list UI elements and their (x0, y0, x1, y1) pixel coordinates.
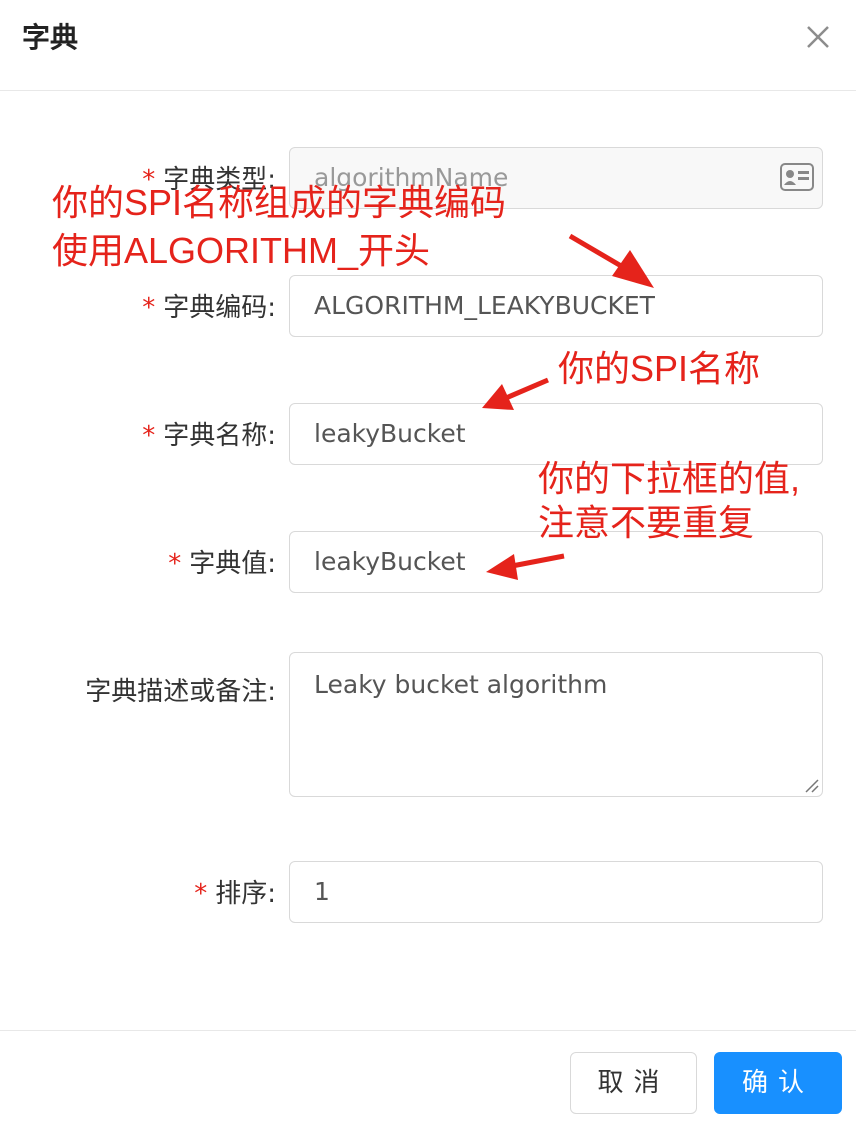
resize-handle-icon[interactable] (802, 776, 820, 794)
desc-label: 字典描述或备注: (85, 677, 276, 707)
id-card-icon (780, 163, 814, 191)
value-label: * 字典值: (168, 549, 276, 579)
annotation-name: 你的SPI名称 (558, 348, 761, 389)
dialog-title: 字典 (22, 21, 79, 54)
arrow-to-code (568, 233, 630, 273)
cancel-button[interactable]: 取消 (570, 1052, 697, 1114)
annotation-value-line1: 你的下拉框的值, (538, 458, 801, 499)
arrow-to-name (505, 377, 549, 401)
code-label: * 字典编码: (142, 293, 276, 323)
confirm-button[interactable]: 确认 (714, 1052, 842, 1114)
sort-input[interactable]: 1 (289, 861, 823, 923)
code-input[interactable]: ALGORITHM_LEAKYBUCKET (289, 275, 823, 337)
dialog-header: 字典 (0, 0, 856, 91)
annotation-code-line2: 使用ALGORITHM_开头 (52, 230, 431, 271)
name-label: * 字典名称: (142, 421, 276, 451)
close-icon[interactable] (800, 18, 836, 58)
annotation-value-line2: 注意不要重复 (538, 502, 755, 543)
annotation-code-line1: 你的SPI名称组成的字典编码 (52, 182, 507, 223)
sort-label: * 排序: (194, 879, 276, 909)
desc-textarea[interactable]: Leaky bucket algorithm (289, 652, 823, 797)
